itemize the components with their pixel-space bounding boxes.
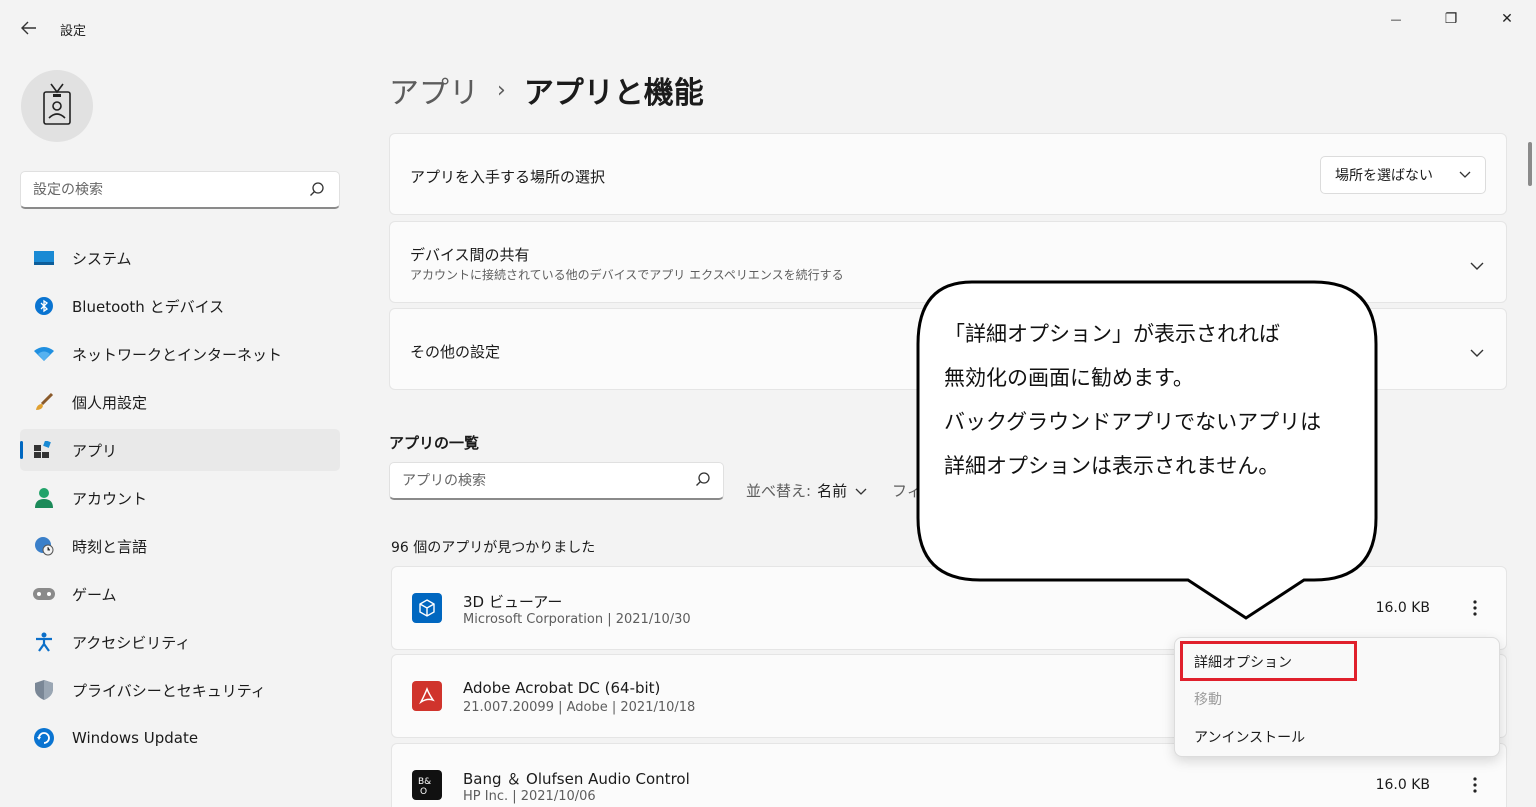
wifi-icon xyxy=(32,342,56,366)
highlight-box xyxy=(1180,641,1357,681)
chevron-down-icon xyxy=(1470,343,1484,357)
app-count: 96 個のアプリが見つかりました xyxy=(391,540,596,556)
window-title: 設定 xyxy=(60,24,87,39)
install-source-dropdown[interactable]: 場所を選ばない xyxy=(1320,156,1486,194)
install-source-value: 場所を選ばない xyxy=(1335,168,1433,184)
monitor-icon xyxy=(32,246,56,270)
badge-person-icon xyxy=(39,82,75,130)
minimize-icon: — xyxy=(1390,12,1402,26)
search-icon xyxy=(309,181,327,199)
close-icon: ✕ xyxy=(1501,11,1513,27)
search-icon xyxy=(695,471,711,491)
sort-value: 名前 xyxy=(817,482,848,500)
share-subtitle: アカウントに接続されている他のデバイスでアプリ エクスペリエンスを続行する xyxy=(410,268,844,282)
app-list-title: アプリの一覧 xyxy=(389,434,480,452)
apps-icon xyxy=(32,438,56,462)
other-settings-title: その他の設定 xyxy=(410,343,501,361)
settings-search-input[interactable] xyxy=(33,181,309,198)
app-search[interactable] xyxy=(389,462,724,500)
sidebar-item-system[interactable]: システム xyxy=(20,237,340,279)
active-indicator xyxy=(20,441,23,459)
sidebar-item-gaming[interactable]: ゲーム xyxy=(20,573,340,615)
breadcrumb: アプリ › アプリと機能 xyxy=(389,68,704,112)
close-button[interactable]: ✕ xyxy=(1484,8,1530,30)
sidebar-item-personalization[interactable]: 個人用設定 xyxy=(20,381,340,423)
svg-text:O: O xyxy=(420,787,427,796)
bluetooth-icon xyxy=(32,294,56,318)
app-search-input[interactable] xyxy=(402,472,695,489)
minimize-button[interactable]: — xyxy=(1373,8,1419,30)
app-meta: HP Inc. | 2021/10/06 xyxy=(463,789,596,804)
install-source-card: アプリを入手する場所の選択 場所を選ばない xyxy=(389,133,1507,215)
callout-line: バックグラウンドアプリでないアプリは xyxy=(944,410,1322,434)
app-size: 16.0 KB xyxy=(1375,777,1430,793)
sort-dropdown[interactable]: 並べ替え: 名前 xyxy=(746,480,867,501)
more-vertical-icon xyxy=(1473,777,1477,793)
restore-icon: ❐ xyxy=(1444,11,1458,27)
app-meta: 21.007.20099 | Adobe | 2021/10/18 xyxy=(463,700,696,715)
sidebar-item-windows-update[interactable]: Windows Update xyxy=(20,717,340,759)
settings-search[interactable] xyxy=(20,171,340,209)
cube-icon xyxy=(412,593,442,623)
app-name: Adobe Acrobat DC (64-bit) xyxy=(463,679,661,697)
sort-label: 並べ替え: xyxy=(746,482,812,500)
more-options-button[interactable] xyxy=(1464,595,1486,621)
breadcrumb-separator: › xyxy=(497,77,506,103)
restore-button[interactable]: ❐ xyxy=(1428,8,1474,30)
breadcrumb-parent[interactable]: アプリ xyxy=(389,68,479,112)
app-name: Bang ＆ Olufsen Audio Control xyxy=(463,770,690,788)
update-icon xyxy=(32,726,56,750)
arrow-left-icon xyxy=(21,19,37,40)
brush-icon xyxy=(32,390,56,414)
person-icon xyxy=(32,486,56,510)
sidebar-item-bluetooth[interactable]: Bluetooth とデバイス xyxy=(20,285,340,327)
app-name: 3D ビューアー xyxy=(463,593,563,611)
menu-item-move: 移動 xyxy=(1194,692,1222,708)
back-button[interactable] xyxy=(14,16,44,42)
menu-item-uninstall[interactable]: アンインストール xyxy=(1194,727,1305,747)
acrobat-icon xyxy=(412,681,442,711)
callout-text: 「詳細オプション」が表示されれば 無効化の画面に勧めます。 バックグラウンドアプ… xyxy=(944,312,1364,488)
share-title: デバイス間の共有 xyxy=(410,246,530,264)
more-options-button[interactable] xyxy=(1464,772,1486,798)
chevron-down-icon xyxy=(855,482,867,500)
avatar[interactable] xyxy=(21,70,93,142)
page-title: アプリと機能 xyxy=(523,76,704,111)
globe-clock-icon xyxy=(32,534,56,558)
sidebar-item-apps[interactable]: アプリ xyxy=(20,429,340,471)
bang-olufsen-icon: B& O xyxy=(412,770,442,800)
sidebar-item-time-language[interactable]: 時刻と言語 xyxy=(20,525,340,567)
sidebar-item-accounts[interactable]: アカウント xyxy=(20,477,340,519)
chevron-down-icon xyxy=(1470,256,1484,270)
chevron-down-icon xyxy=(1459,167,1471,183)
scrollbar-thumb[interactable] xyxy=(1528,142,1532,186)
sidebar-item-network[interactable]: ネットワークとインターネット xyxy=(20,333,340,375)
install-source-title: アプリを入手する場所の選択 xyxy=(410,168,606,186)
more-vertical-icon xyxy=(1473,600,1477,616)
sidebar-item-privacy[interactable]: プライバシーとセキュリティ xyxy=(20,669,340,711)
gamepad-icon xyxy=(32,582,56,606)
callout-line: 「詳細オプション」が表示されれば xyxy=(944,322,1280,346)
shield-icon xyxy=(32,678,56,702)
app-meta: Microsoft Corporation | 2021/10/30 xyxy=(463,612,691,627)
svg-text:B&: B& xyxy=(418,777,431,787)
callout-line: 詳細オプションは表示されません。 xyxy=(944,454,1280,478)
callout-line: 無効化の画面に勧めます。 xyxy=(944,366,1194,390)
accessibility-icon xyxy=(32,630,56,654)
sidebar-item-accessibility[interactable]: アクセシビリティ xyxy=(20,621,340,663)
